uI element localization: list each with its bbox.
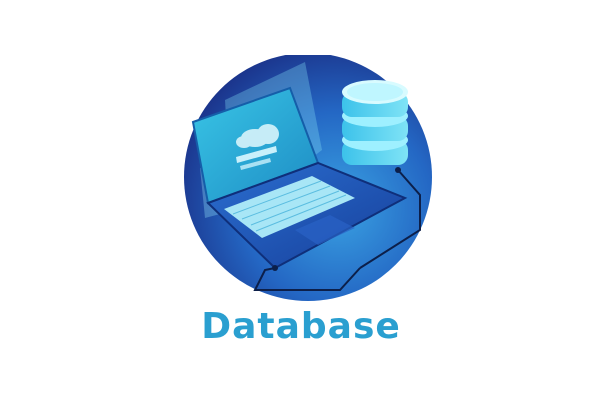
caption-title: Database [201,306,401,347]
database-icon [342,80,408,165]
laptop-database-icon [184,55,432,301]
